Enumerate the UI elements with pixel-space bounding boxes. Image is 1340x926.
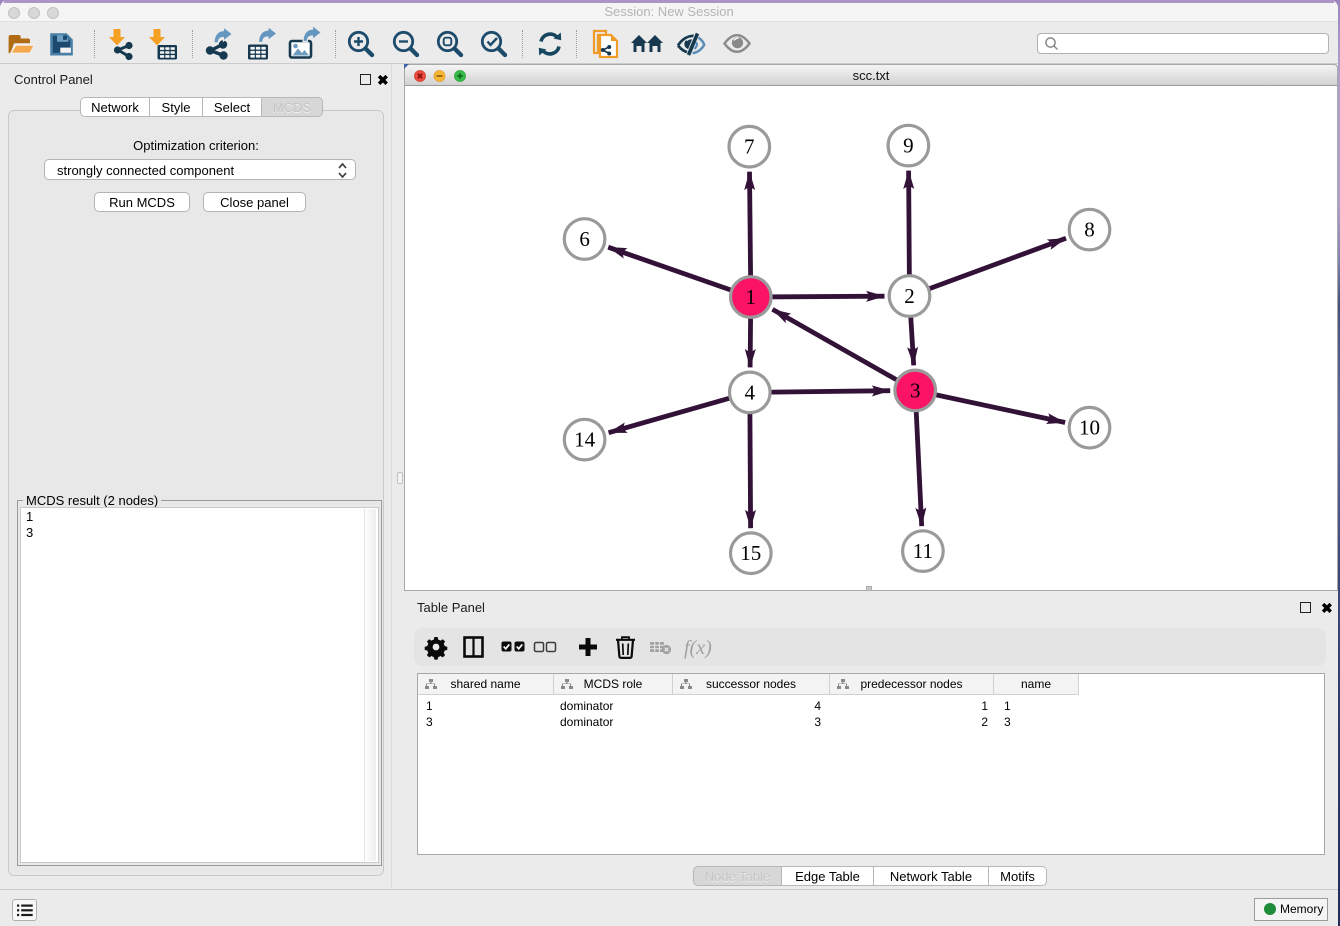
svg-text:2: 2 — [904, 284, 915, 308]
svg-text:15: 15 — [740, 541, 761, 565]
svg-text:f(x): f(x) — [684, 637, 712, 659]
svg-text:3: 3 — [910, 378, 921, 402]
svg-text:9: 9 — [903, 134, 914, 158]
svg-text:11: 11 — [913, 539, 933, 563]
svg-text:10: 10 — [1079, 416, 1100, 440]
svg-text:8: 8 — [1084, 218, 1095, 242]
svg-text:14: 14 — [574, 428, 596, 452]
svg-text:1: 1 — [746, 285, 757, 309]
svg-text:6: 6 — [579, 227, 590, 251]
svg-text:4: 4 — [745, 380, 756, 404]
svg-text:7: 7 — [744, 135, 755, 159]
